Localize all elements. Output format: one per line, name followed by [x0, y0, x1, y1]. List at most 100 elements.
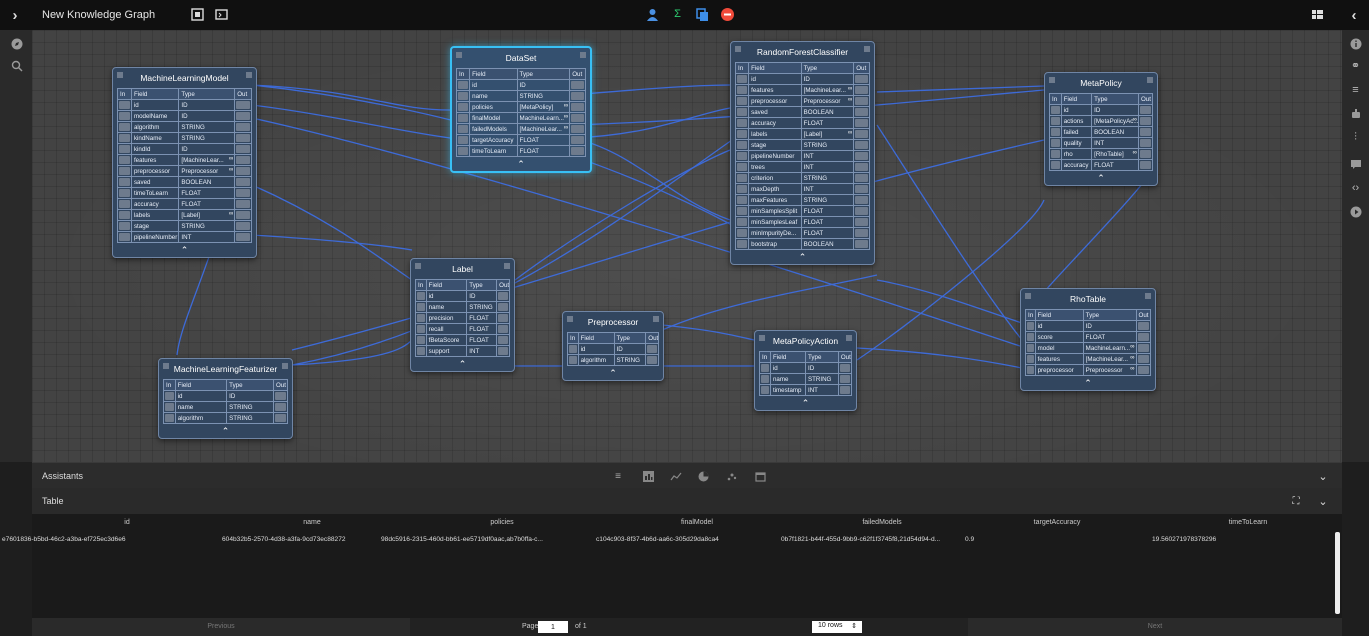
in-checkbox[interactable] — [1025, 364, 1036, 376]
sliders-icon[interactable]: ⫶ — [1348, 130, 1363, 145]
out-checkbox[interactable] — [1137, 115, 1154, 127]
in-checkbox[interactable] — [415, 290, 427, 302]
field-row[interactable]: support INT — [415, 345, 510, 357]
in-checkbox[interactable] — [1025, 320, 1036, 332]
field-row[interactable]: labels [Label] ∞ — [117, 209, 252, 221]
in-checkbox[interactable] — [163, 401, 176, 413]
in-checkbox[interactable] — [117, 121, 132, 133]
in-checkbox[interactable] — [734, 128, 750, 140]
collapse-node-button[interactable]: ⌃ — [113, 243, 256, 257]
out-checkbox[interactable] — [234, 198, 252, 210]
column-header-targetaccuracy[interactable]: targetAccuracy — [1034, 519, 1081, 526]
out-checkbox[interactable] — [1135, 342, 1152, 354]
grid-layout-icon[interactable] — [1310, 7, 1325, 22]
out-checkbox[interactable] — [853, 172, 870, 184]
out-checkbox[interactable] — [837, 373, 853, 385]
out-checkbox[interactable] — [1135, 320, 1152, 332]
node-machinelearningfeaturizer[interactable]: MachineLearningFeaturizer In Field Type Out… — [158, 358, 293, 439]
in-checkbox[interactable] — [759, 373, 771, 385]
link-icon[interactable]: ∞ — [848, 97, 852, 103]
field-row[interactable]: labels [Label] ∞ — [734, 128, 870, 140]
out-checkbox[interactable] — [645, 343, 659, 355]
link-icon[interactable]: ∞ — [229, 211, 233, 217]
out-checkbox[interactable] — [853, 139, 870, 151]
node-pin-icon[interactable] — [580, 52, 586, 58]
node-pin-icon[interactable] — [282, 363, 288, 369]
fit-icon[interactable] — [214, 7, 229, 22]
field-row[interactable]: failed BOOLEAN — [1049, 126, 1154, 138]
field-row[interactable]: stage STRING — [117, 220, 252, 232]
field-row[interactable]: minImpurityDe... FLOAT — [734, 227, 870, 239]
collapse-node-button[interactable]: ⌃ — [1021, 376, 1155, 390]
in-checkbox[interactable] — [455, 79, 471, 91]
in-checkbox[interactable] — [734, 139, 750, 151]
field-row[interactable]: name STRING — [163, 401, 289, 413]
field-row[interactable]: name STRING — [759, 373, 853, 385]
field-row[interactable]: quality INT — [1049, 137, 1154, 149]
column-header-name[interactable]: name — [303, 519, 321, 526]
field-row[interactable]: id ID — [759, 362, 853, 374]
link-icon[interactable]: ∞ — [564, 125, 568, 131]
out-checkbox[interactable] — [853, 183, 870, 195]
rows-per-page-select[interactable]: 10 rows ⇕ — [812, 621, 862, 633]
field-row[interactable]: modelName ID — [117, 110, 252, 122]
collapse-node-button[interactable]: ⌃ — [563, 366, 663, 380]
field-row[interactable]: trees INT — [734, 161, 870, 173]
field-row[interactable]: features [MachineLear... ∞ — [734, 84, 870, 96]
field-row[interactable]: precision FLOAT — [415, 312, 510, 324]
out-checkbox[interactable] — [1137, 126, 1154, 138]
pie-chart-icon[interactable] — [697, 470, 709, 482]
link-icon[interactable]: ∞ — [1133, 117, 1137, 123]
in-checkbox[interactable] — [455, 123, 471, 135]
in-checkbox[interactable] — [1049, 159, 1062, 171]
in-checkbox[interactable] — [117, 220, 132, 232]
field-row[interactable]: score FLOAT — [1025, 331, 1152, 343]
field-row[interactable]: id ID — [734, 73, 870, 85]
page-input[interactable] — [538, 621, 568, 633]
field-row[interactable]: kindName STRING — [117, 132, 252, 144]
link-icon[interactable]: ∞ — [229, 156, 233, 162]
in-checkbox[interactable] — [117, 99, 132, 111]
column-header-finalmodel[interactable]: finalModel — [681, 519, 713, 526]
out-checkbox[interactable] — [234, 154, 252, 166]
in-checkbox[interactable] — [1025, 353, 1036, 365]
out-checkbox[interactable] — [853, 106, 870, 118]
field-row[interactable]: preprocessor Preprocessor ∞ — [734, 95, 870, 107]
column-header-failedmodels[interactable]: failedModels — [862, 519, 901, 526]
collapse-node-button[interactable]: ⌃ — [411, 357, 514, 371]
out-checkbox[interactable] — [272, 412, 289, 424]
in-checkbox[interactable] — [734, 117, 750, 129]
out-checkbox[interactable] — [234, 121, 252, 133]
out-checkbox[interactable] — [569, 145, 586, 157]
field-row[interactable]: maxFeatures STRING — [734, 194, 870, 206]
in-checkbox[interactable] — [117, 132, 132, 144]
field-row[interactable]: recall FLOAT — [415, 323, 510, 335]
field-row[interactable]: pipelineNumber INT — [734, 150, 870, 162]
window-icon[interactable] — [754, 470, 766, 482]
out-checkbox[interactable] — [234, 132, 252, 144]
out-checkbox[interactable] — [234, 165, 252, 177]
out-checkbox[interactable] — [853, 216, 870, 228]
in-checkbox[interactable] — [415, 301, 427, 313]
field-row[interactable]: id ID — [163, 390, 289, 402]
in-checkbox[interactable] — [734, 216, 750, 228]
in-checkbox[interactable] — [415, 323, 427, 335]
info-icon[interactable] — [1348, 36, 1363, 51]
link-icon[interactable]: ∞ — [229, 167, 233, 173]
out-checkbox[interactable] — [853, 84, 870, 96]
field-row[interactable]: id ID — [415, 290, 510, 302]
link-icon[interactable]: ∞ — [1130, 355, 1134, 361]
in-checkbox[interactable] — [117, 154, 132, 166]
field-row[interactable]: model MachineLearn... ∞ — [1025, 342, 1152, 354]
out-checkbox[interactable] — [853, 128, 870, 140]
out-checkbox[interactable] — [234, 187, 252, 199]
field-row[interactable]: targetAccuracy FLOAT — [455, 134, 586, 146]
in-checkbox[interactable] — [455, 90, 471, 102]
out-checkbox[interactable] — [234, 209, 252, 221]
column-header-timetolearn[interactable]: timeToLearn — [1229, 519, 1268, 526]
expand-icon[interactable]: ⛶ — [1290, 495, 1302, 507]
out-checkbox[interactable] — [234, 110, 252, 122]
out-checkbox[interactable] — [496, 301, 510, 313]
out-checkbox[interactable] — [853, 205, 870, 217]
in-checkbox[interactable] — [567, 343, 579, 355]
